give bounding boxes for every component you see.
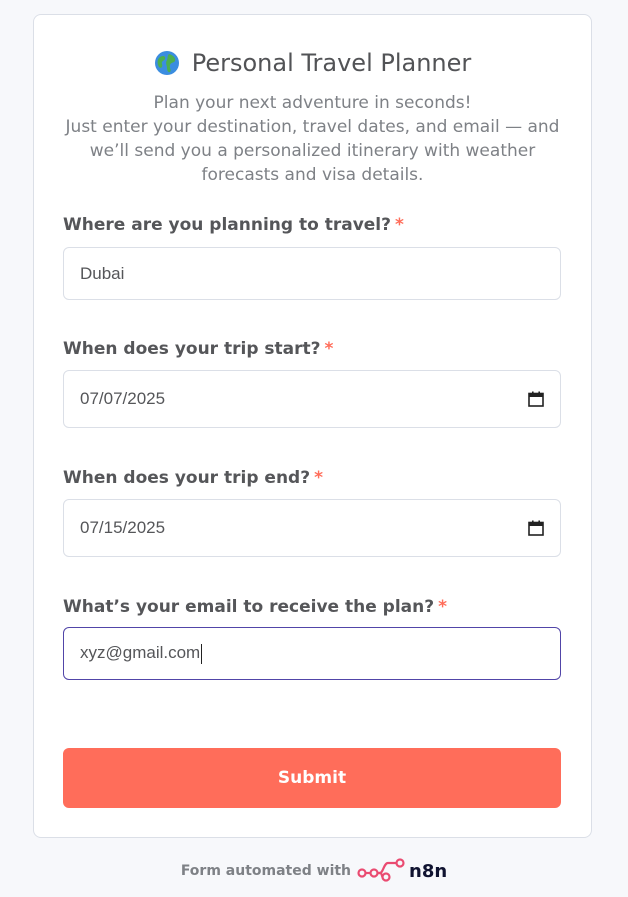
page-title: Personal Travel Planner	[34, 47, 591, 79]
description-line: Just enter your destination, travel date…	[65, 117, 560, 137]
form-header: Personal Travel Planner Plan your next a…	[34, 47, 591, 187]
email-input[interactable]: xyz@gmail.com	[63, 627, 561, 680]
email-label-text: What’s your email to receive the plan?	[63, 597, 435, 617]
email-value: xyz@gmail.com	[80, 643, 201, 663]
email-value-wrap: xyz@gmail.com	[80, 643, 544, 664]
submit-button[interactable]: Submit	[63, 748, 561, 808]
end-date-input[interactable]: 07/15/2025	[63, 499, 561, 557]
description-line: we’ll send you a personalized itinerary …	[89, 141, 536, 161]
form-description: Plan your next adventure in seconds! Jus…	[34, 91, 591, 187]
end-date-value: 07/15/2025	[80, 518, 166, 537]
start-date-label: When does your trip start? *	[63, 339, 333, 359]
destination-input[interactable]: Dubai	[63, 247, 561, 300]
globe-icon	[154, 51, 179, 75]
start-date-value: 07/07/2025	[80, 389, 166, 408]
required-marker: *	[438, 597, 448, 617]
destination-label: Where are you planning to travel? *	[63, 215, 404, 235]
email-label: What’s your email to receive the plan? *	[63, 597, 447, 617]
calendar-icon[interactable]	[528, 520, 544, 536]
destination-label-text: Where are you planning to travel?	[63, 215, 391, 235]
text-caret	[201, 643, 203, 664]
form-card: Personal Travel Planner Plan your next a…	[33, 14, 592, 838]
n8n-logo[interactable]: n8n	[357, 858, 447, 884]
form-title: Personal Travel Planner	[191, 49, 472, 77]
description-line: Plan your next adventure in seconds!	[153, 93, 472, 113]
start-date-input[interactable]: 07/07/2025	[63, 370, 561, 428]
n8n-logo-icon	[357, 858, 405, 882]
brand-name: n8n	[409, 860, 448, 882]
start-date-label-text: When does your trip start?	[63, 339, 321, 359]
required-marker: *	[324, 339, 334, 359]
end-date-label-text: When does your trip end?	[63, 468, 311, 488]
footer-text: Form automated with	[180, 863, 352, 879]
footer: Form automated with n8n	[0, 858, 628, 884]
calendar-icon[interactable]	[528, 391, 544, 407]
description-line: forecasts and visa details.	[201, 165, 424, 185]
end-date-label: When does your trip end? *	[63, 468, 323, 488]
destination-value: Dubai	[80, 263, 125, 283]
required-marker: *	[395, 215, 404, 235]
required-marker: *	[314, 468, 323, 488]
